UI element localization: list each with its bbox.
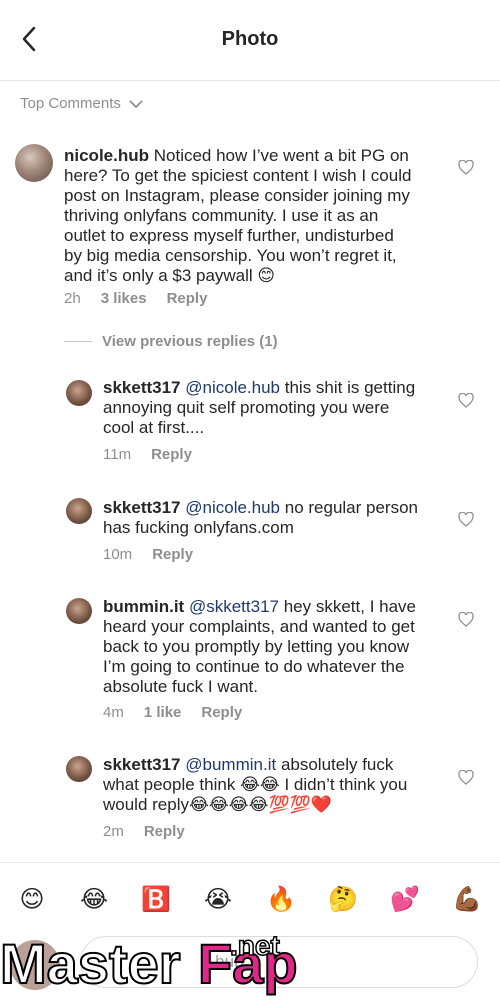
watermark: Master Fap .net xyxy=(0,929,320,1000)
laughing-emoji-icon[interactable]: 😂 xyxy=(79,887,109,913)
reply-meta: 4m 1 like Reply xyxy=(103,704,242,721)
likes-count[interactable]: 3 likes xyxy=(101,290,147,307)
reply-time: 10m xyxy=(103,546,133,563)
comment-username[interactable]: nicole.hub xyxy=(64,146,149,165)
reply-username[interactable]: skkett317 xyxy=(103,755,181,774)
mention-link[interactable]: @nicole.hub xyxy=(185,378,280,397)
likes-count[interactable]: 1 like xyxy=(144,704,182,721)
sort-label: Top Comments xyxy=(20,95,121,112)
reply-time: 2m xyxy=(103,823,124,840)
reply-username[interactable]: skkett317 xyxy=(103,378,181,397)
comment-meta: 2h 3 likes Reply xyxy=(64,290,207,307)
comment-text: nicole.hub Noticed how I’ve went a bit P… xyxy=(64,146,412,285)
heart-icon[interactable] xyxy=(458,612,474,627)
mention-link[interactable]: @nicole.hub xyxy=(185,498,280,517)
sort-selector[interactable]: Top Comments xyxy=(20,95,143,112)
heart-icon[interactable] xyxy=(458,512,474,527)
mention-link[interactable]: @skkett317 xyxy=(189,597,279,616)
reply-button[interactable]: Reply xyxy=(152,546,193,563)
reply-button[interactable]: Reply xyxy=(167,290,208,307)
heart-icon[interactable] xyxy=(458,160,474,175)
reply-text: skkett317 @nicole.hub no regular person … xyxy=(103,498,419,537)
chevron-down-icon xyxy=(129,99,143,108)
fire-emoji-icon[interactable]: 🔥 xyxy=(266,887,296,913)
reply-text: skkett317 @nicole.hub this shit is getti… xyxy=(103,378,416,437)
thinking-emoji-icon[interactable]: 🤔 xyxy=(328,887,358,913)
comment-time: 2h xyxy=(64,290,81,307)
watermark-left: Master xyxy=(0,932,182,995)
avatar[interactable] xyxy=(66,756,92,782)
reply-button[interactable]: Reply xyxy=(151,446,192,463)
hearts-emoji-icon[interactable]: 💕 xyxy=(390,887,420,913)
header-bar: Photo xyxy=(0,0,500,81)
avatar[interactable] xyxy=(66,380,92,406)
divider xyxy=(64,341,92,342)
reply-time: 4m xyxy=(103,704,124,721)
emoji-quick-bar: 😊 😂 🅱️ 😭 🔥 🤔 💕 💪🏾 xyxy=(0,862,500,935)
view-previous-replies[interactable]: View previous replies (1) xyxy=(64,333,278,350)
avatar[interactable] xyxy=(66,598,92,624)
avatar[interactable] xyxy=(15,144,53,182)
heart-icon[interactable] xyxy=(458,770,474,785)
reply-username[interactable]: skkett317 xyxy=(103,498,181,517)
reply-meta: 2m Reply xyxy=(103,823,185,840)
reply-time: 11m xyxy=(103,446,132,463)
smile-emoji-icon[interactable]: 😊 xyxy=(17,887,47,913)
heart-icon[interactable] xyxy=(458,393,474,408)
reply-text: bummin.it @skkett317 hey skkett, I have … xyxy=(103,597,417,696)
flexed-arm-emoji-icon[interactable]: 💪🏾 xyxy=(452,887,482,913)
watermark-suffix: .net xyxy=(229,929,280,962)
reply-username[interactable]: bummin.it xyxy=(103,597,184,616)
reply-button[interactable]: Reply xyxy=(144,823,185,840)
reply-button[interactable]: Reply xyxy=(201,704,242,721)
crying-emoji-icon[interactable]: 😭 xyxy=(203,887,233,913)
reply-meta: 10m Reply xyxy=(103,546,193,563)
reply-text: skkett317 @bummin.it absolutely fuck wha… xyxy=(103,755,408,814)
b-button-emoji-icon[interactable]: 🅱️ xyxy=(141,887,171,913)
page-title: Photo xyxy=(221,28,279,50)
avatar[interactable] xyxy=(66,498,92,524)
reply-meta: 11m Reply xyxy=(103,446,192,463)
mention-link[interactable]: @bummin.it xyxy=(185,755,276,774)
